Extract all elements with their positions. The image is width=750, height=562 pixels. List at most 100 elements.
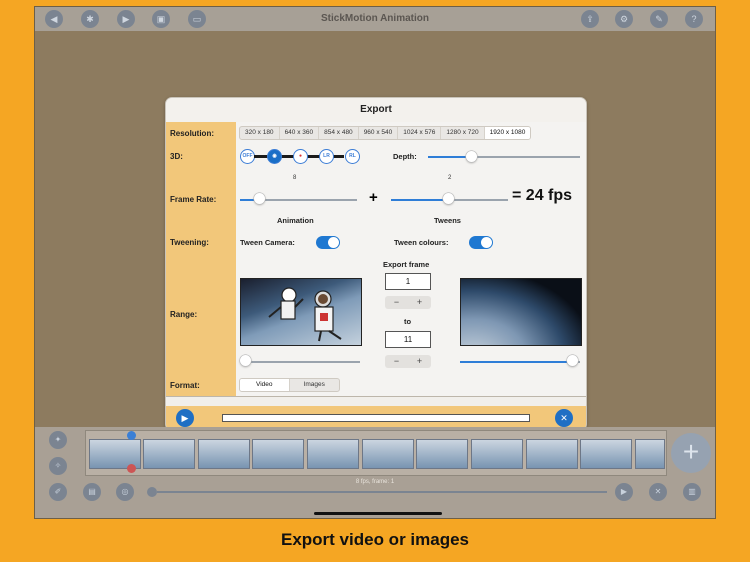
format-label: Format: — [166, 374, 236, 396]
format-row: Format: Video Images — [166, 374, 586, 397]
app-toolbar: ◀ ✱ ▶ ▣ ▭ StickMotion Animation ⇪ ⚙ ✎ ? — [35, 7, 715, 32]
increment-button[interactable]: + — [408, 296, 431, 309]
range-end-thumbnail — [460, 278, 582, 346]
play-icon[interactable]: ▶ — [176, 409, 194, 427]
range-start-slider-track[interactable] — [240, 361, 360, 363]
playhead-knob[interactable] — [147, 487, 157, 497]
depth-slider-fill — [428, 156, 471, 158]
decrement-button[interactable]: − — [385, 296, 408, 309]
tweens-slider-knob[interactable] — [443, 193, 454, 204]
timeline-panel: ✦ ✧ + ✐ ▤ ◎ 8 fps, frame: 1 ▶ ✕ ▥ — [35, 427, 715, 518]
frame-thumbnail[interactable] — [580, 439, 632, 469]
astronaut-illustration — [268, 287, 342, 342]
timeline-status: 8 fps, frame: 1 — [355, 479, 395, 485]
tween-colours-label: Tween colours: — [394, 238, 449, 247]
resolution-segmented-control[interactable]: 320 x 180 640 x 360 854 x 480 960 x 540 … — [239, 126, 532, 140]
3d-anaglyph-icon[interactable]: ◉ — [267, 149, 282, 164]
home-indicator — [314, 512, 442, 515]
fps-result: = 24 fps — [512, 187, 573, 204]
tween-camera-toggle[interactable] — [316, 236, 340, 249]
shrink-icon[interactable]: ✕ — [649, 483, 667, 501]
range-to-field[interactable]: 11 — [385, 331, 431, 348]
copy-icon[interactable]: ▤ — [83, 483, 101, 501]
frame-thumbnail[interactable] — [416, 439, 468, 469]
tweening-row: Tweening: Tween Camera: Tween colours: — [166, 230, 586, 256]
app-window: ◀ ✱ ▶ ▣ ▭ StickMotion Animation ⇪ ⚙ ✎ ? … — [34, 6, 716, 519]
3d-lr-icon[interactable]: LR — [319, 149, 334, 164]
frame-thumbnail[interactable] — [198, 439, 250, 469]
format-option-images[interactable]: Images — [290, 379, 339, 391]
paste-icon[interactable]: ▥ — [683, 483, 701, 501]
three-d-label: 3D: — [166, 144, 236, 168]
animation-slider-knob[interactable] — [254, 193, 265, 204]
wrench-icon[interactable]: ✎ — [650, 10, 668, 28]
brush-icon[interactable]: ✐ — [49, 483, 67, 501]
decrement-button[interactable]: − — [385, 355, 408, 368]
resolution-option[interactable]: 960 x 540 — [359, 127, 399, 139]
frame-marker-icon — [127, 431, 136, 440]
range-to-stepper[interactable]: − + — [385, 355, 431, 368]
range-start-thumbnail — [240, 278, 362, 346]
frame-delete-icon[interactable] — [127, 464, 136, 473]
export-share-icon[interactable]: ⇪ — [581, 10, 599, 28]
resolution-option[interactable]: 1280 x 720 — [441, 127, 485, 139]
increment-button[interactable]: + — [408, 355, 431, 368]
resolution-label: Resolution: — [166, 122, 236, 144]
depth-label: Depth: — [393, 152, 417, 161]
format-segmented-control[interactable]: Video Images — [239, 378, 340, 392]
tweens-label: Tweens — [434, 216, 461, 225]
figure-add-icon[interactable]: ✧ — [49, 457, 67, 475]
range-end-slider-fill — [460, 361, 574, 363]
gear-icon[interactable]: ⚙ — [615, 10, 633, 28]
range-end-slider-knob[interactable] — [567, 355, 578, 366]
3d-off-icon[interactable]: OFF — [240, 149, 255, 164]
range-from-stepper[interactable]: − + — [385, 296, 431, 309]
frame-thumbnail[interactable] — [471, 439, 523, 469]
close-icon[interactable]: ✕ — [555, 409, 573, 427]
frame-thumbnail[interactable] — [635, 439, 665, 469]
add-frame-button[interactable]: + — [671, 433, 711, 473]
frame-thumbnail[interactable] — [307, 439, 359, 469]
frame-thumbnail[interactable] — [526, 439, 578, 469]
frame-thumbnail[interactable] — [252, 439, 304, 469]
resolution-option[interactable]: 640 x 360 — [280, 127, 320, 139]
eye-icon[interactable]: ◎ — [116, 483, 134, 501]
resolution-option-selected[interactable]: 1920 x 1080 — [484, 127, 531, 139]
export-frame-label: Export frame — [383, 260, 430, 269]
tweening-label: Tweening: — [166, 230, 236, 255]
help-icon[interactable]: ? — [685, 10, 703, 28]
tweens-slider-fill — [391, 199, 449, 201]
range-start-slider-knob[interactable] — [240, 355, 251, 366]
resolution-option[interactable]: 1024 x 576 — [398, 127, 442, 139]
animation-label: Animation — [277, 216, 314, 225]
marketing-caption: Export video or images — [281, 530, 469, 549]
3d-red-cyan-icon[interactable]: ● — [293, 149, 308, 164]
frame-rate-row: Frame Rate: 8 Animation + 2 Tweens = 24 … — [166, 168, 586, 231]
range-row: Range: Export frame 1 − + to 11 − + — [166, 255, 586, 375]
export-progress-bar — [222, 414, 530, 422]
to-label: to — [404, 317, 412, 326]
frame-rate-label: Frame Rate: — [166, 168, 236, 230]
playhead-track[interactable] — [157, 491, 607, 493]
play-icon[interactable]: ▶ — [615, 483, 633, 501]
range-label: Range: — [166, 255, 236, 374]
resolution-row: Resolution: 320 x 180 640 x 360 854 x 48… — [166, 122, 586, 145]
resolution-option[interactable]: 320 x 180 — [240, 127, 280, 139]
animation-value: 8 — [293, 175, 297, 181]
format-option-video[interactable]: Video — [240, 379, 290, 391]
resolution-option[interactable]: 854 x 480 — [319, 127, 359, 139]
frame-thumbnail[interactable] — [143, 439, 195, 469]
tweens-value: 2 — [448, 175, 452, 181]
depth-slider-knob[interactable] — [466, 151, 477, 162]
dialog-title: Export — [166, 98, 586, 123]
range-from-field[interactable]: 1 — [385, 273, 431, 290]
three-d-row: 3D: OFF ◉ ● LR RL Depth: — [166, 144, 586, 169]
app-title: StickMotion Animation — [321, 13, 429, 24]
export-dialog: Export Resolution: 320 x 180 640 x 360 8… — [165, 97, 587, 431]
plus-sign: + — [369, 189, 378, 206]
tween-colours-toggle[interactable] — [469, 236, 493, 249]
tween-camera-label: Tween Camera: — [240, 238, 295, 247]
3d-rl-icon[interactable]: RL — [345, 149, 360, 164]
frame-thumbnail[interactable] — [362, 439, 414, 469]
figure-tool-icon[interactable]: ✦ — [49, 431, 67, 449]
